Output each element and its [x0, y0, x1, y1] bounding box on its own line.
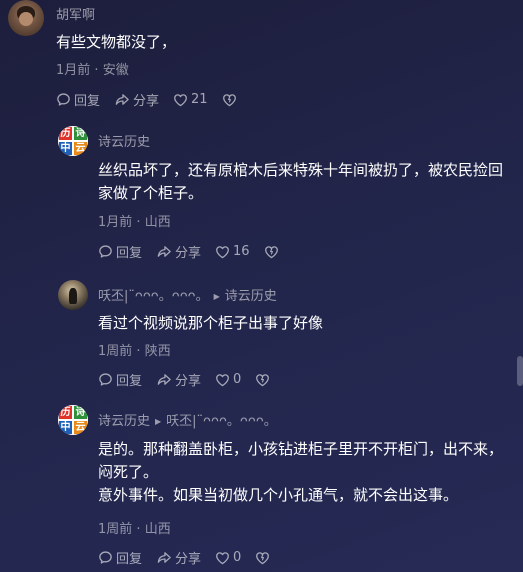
- heart-icon: [216, 245, 229, 258]
- reply-button[interactable]: 回复: [56, 90, 100, 109]
- reply-icon: [57, 93, 70, 106]
- avatar-char: 云: [74, 421, 87, 434]
- share-icon: [157, 552, 171, 563]
- comment-time: 1周前: [98, 522, 133, 537]
- broken-heart-icon: [256, 551, 270, 564]
- comment-text: 是的。那种翻盖卧柜，小孩钻进柜子里开不开柜门，出不来，闷死了。 意外事件。如果当…: [98, 438, 513, 507]
- comment-text-line: 意外事件。如果当初做几个小孔通气，就不会出这事。: [98, 486, 459, 504]
- reply-to-username[interactable]: 㕭丕|¨ᴖᴖᴖ。ᴖᴖᴖ。: [166, 414, 277, 429]
- reply-icon: [99, 245, 112, 258]
- comment-location: 山西: [144, 522, 171, 537]
- comment-time: 1月前: [98, 215, 133, 230]
- reply-label: 回复: [116, 374, 143, 389]
- share-icon: [115, 94, 129, 105]
- like-button[interactable]: 0: [215, 372, 241, 387]
- reply-button[interactable]: 回复: [98, 548, 142, 567]
- comment-username[interactable]: 诗云历史: [98, 131, 150, 150]
- triangle-right-icon: ▶: [155, 417, 162, 426]
- separator: ·: [136, 344, 141, 359]
- share-label: 分享: [175, 552, 202, 567]
- share-label: 分享: [175, 374, 202, 389]
- share-button[interactable]: 分享: [156, 548, 201, 567]
- reply-icon: [99, 551, 112, 564]
- comment-meta: 1周前 · 陕西: [98, 340, 171, 359]
- comment-username[interactable]: 诗云历史: [98, 414, 150, 429]
- avatar[interactable]: 历 诗 中 云: [58, 405, 88, 435]
- comment-text: 有些文物都没了，: [56, 33, 177, 51]
- reply-button[interactable]: 回复: [98, 242, 142, 261]
- comment-username-line: 诗云历史 ▶ 㕭丕|¨ᴖᴖᴖ。ᴖᴖᴖ。: [98, 410, 277, 429]
- separator: ·: [136, 522, 141, 537]
- comment-location: 山西: [144, 215, 171, 230]
- heart-icon: [216, 373, 229, 386]
- dislike-button[interactable]: [255, 551, 273, 565]
- like-count: 16: [233, 244, 250, 259]
- share-icon: [157, 246, 171, 257]
- triangle-right-icon: ▶: [213, 292, 220, 301]
- share-icon: [157, 374, 171, 385]
- broken-heart-icon: [222, 93, 236, 106]
- comment-meta: 1月前 · 安徽: [56, 59, 129, 78]
- dislike-button[interactable]: [255, 373, 273, 387]
- comment-actions: 回复 分享 21: [56, 90, 254, 109]
- comment-actions: 回复 分享 0: [98, 370, 287, 389]
- heart-icon: [174, 93, 187, 106]
- comment-time: 1月前: [56, 63, 91, 78]
- comment-username[interactable]: 㕭丕|¨ᴖᴖᴖ。ᴖᴖᴖ。: [98, 289, 209, 304]
- like-count: 0: [233, 372, 242, 387]
- comment-username-line: 㕭丕|¨ᴖᴖᴖ。ᴖᴖᴖ。 ▶ 诗云历史: [98, 285, 277, 304]
- heart-icon: [216, 551, 229, 564]
- dislike-button[interactable]: [222, 93, 240, 107]
- broken-heart-icon: [264, 245, 278, 258]
- avatar-char: 诗: [74, 406, 87, 419]
- comment-username[interactable]: 胡军啊: [56, 4, 95, 23]
- reply-button[interactable]: 回复: [98, 370, 142, 389]
- reply-to-username[interactable]: 诗云历史: [225, 289, 277, 304]
- reply-label: 回复: [116, 552, 143, 567]
- comment-meta: 1周前 · 山西: [98, 518, 171, 537]
- avatar-char: 云: [74, 142, 87, 155]
- avatar-char: 历: [59, 406, 72, 419]
- like-button[interactable]: 0: [215, 550, 241, 565]
- comment-location: 安徽: [102, 63, 129, 78]
- avatar-char: 诗: [74, 127, 87, 140]
- reply-label: 回复: [116, 246, 143, 261]
- avatar[interactable]: [58, 280, 88, 310]
- share-button[interactable]: 分享: [156, 242, 201, 261]
- dislike-button[interactable]: [264, 245, 282, 259]
- like-button[interactable]: 21: [173, 92, 208, 107]
- like-button[interactable]: 16: [215, 244, 250, 259]
- comment-meta: 1月前 · 山西: [98, 211, 171, 230]
- comment-text-line: 是的。那种翻盖卧柜，小孩钻进柜子里开不开柜门，出不来，闷死了。: [98, 440, 504, 481]
- reply-label: 回复: [74, 94, 101, 109]
- separator: ·: [94, 63, 99, 78]
- comment-actions: 回复 分享 0: [98, 548, 287, 567]
- broken-heart-icon: [256, 373, 270, 386]
- like-count: 0: [233, 550, 242, 565]
- comment-time: 1周前: [98, 344, 133, 359]
- avatar-char: 历: [59, 127, 72, 140]
- avatar-char: 中: [59, 421, 72, 434]
- reply-icon: [99, 373, 112, 386]
- scrollbar[interactable]: [517, 356, 523, 386]
- comment-location: 陕西: [144, 344, 171, 359]
- avatar[interactable]: [8, 0, 44, 36]
- share-label: 分享: [175, 246, 202, 261]
- comment-text: 看过个视频说那个柜子出事了好像: [98, 314, 324, 332]
- like-count: 21: [191, 92, 208, 107]
- share-label: 分享: [133, 94, 160, 109]
- separator: ·: [136, 215, 141, 230]
- avatar-char: 中: [59, 142, 72, 155]
- share-button[interactable]: 分享: [114, 90, 159, 109]
- comment-text: 丝织品坏了，还有原棺木后来特殊十年间被扔了，被农民捡回家做了个柜子。: [98, 161, 504, 202]
- avatar[interactable]: 历 诗 中 云: [58, 126, 88, 156]
- share-button[interactable]: 分享: [156, 370, 201, 389]
- comment-actions: 回复 分享 16: [98, 242, 296, 261]
